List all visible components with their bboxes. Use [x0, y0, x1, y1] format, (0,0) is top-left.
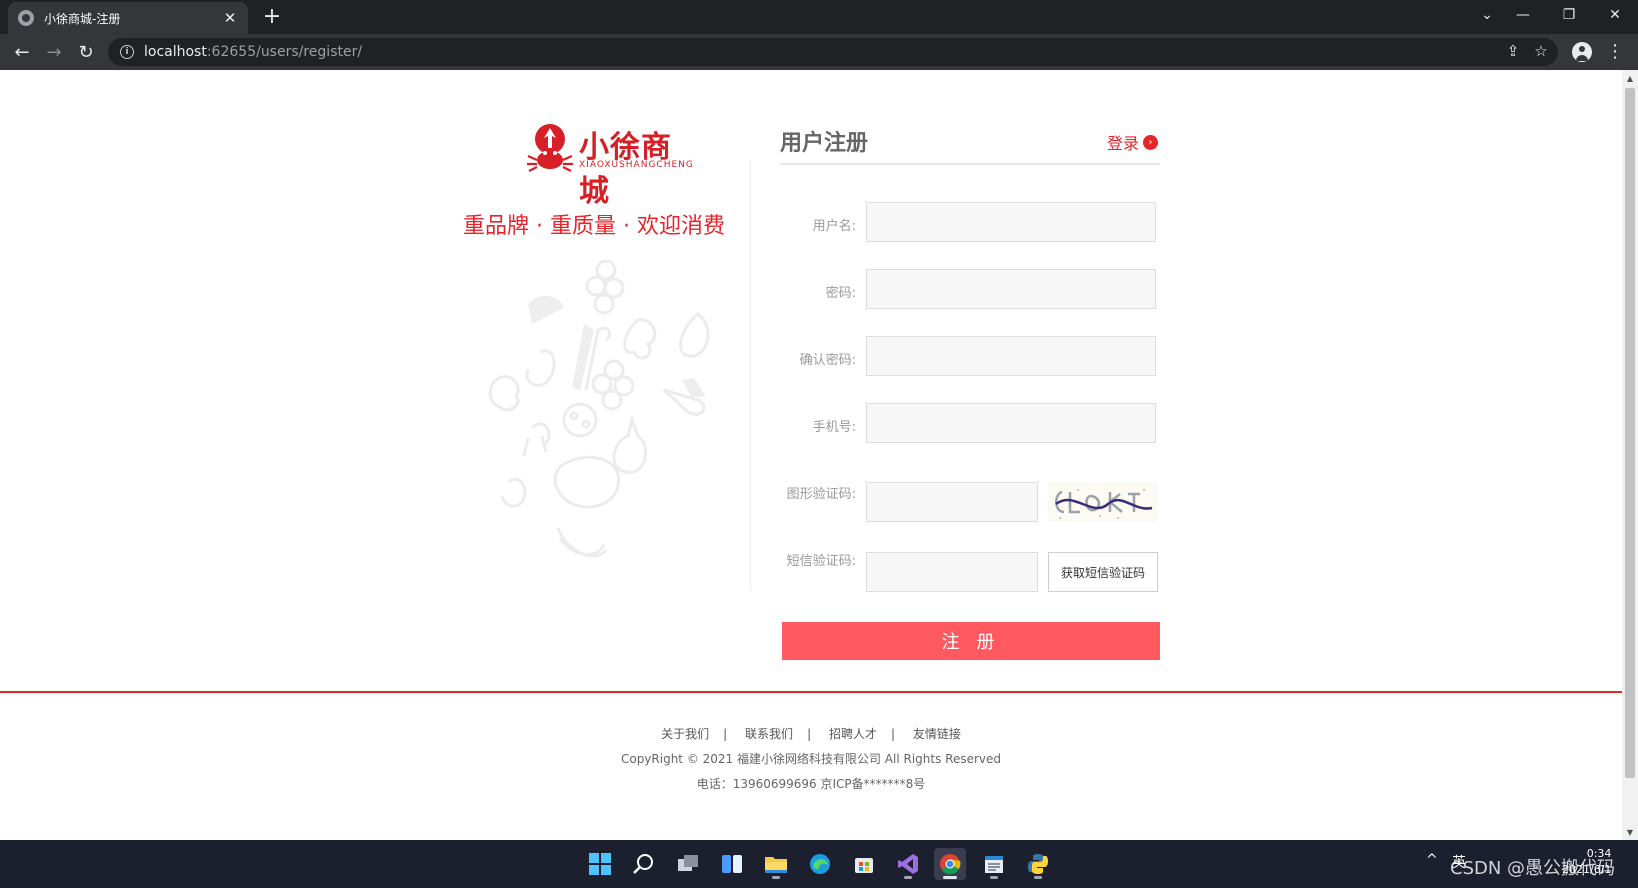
close-tab-icon[interactable]: ✕ — [222, 9, 238, 27]
footer-link-about[interactable]: 关于我们 — [661, 727, 709, 741]
login-link[interactable]: 登录 › — [1107, 130, 1159, 154]
active-indicator — [943, 876, 957, 879]
tray-overflow-icon[interactable]: ^ — [1426, 852, 1438, 868]
footer-link-careers[interactable]: 招聘人才 — [829, 727, 877, 741]
windows-start-icon[interactable] — [584, 848, 616, 880]
task-view-icon[interactable] — [672, 848, 704, 880]
visual-studio-icon[interactable] — [892, 848, 924, 880]
register-submit-button[interactable]: 注 册 — [782, 622, 1160, 660]
close-window-button[interactable]: ✕ — [1592, 0, 1638, 30]
minimize-button[interactable]: — — [1500, 0, 1546, 30]
bookmark-star-icon[interactable]: ☆ — [1530, 42, 1552, 60]
phone-input[interactable] — [866, 403, 1156, 443]
running-indicator — [772, 876, 780, 879]
username-label: 用户名: — [812, 219, 856, 234]
browser-tab-bar: 小徐商城-注册 ✕ + ⌄ — ❐ ✕ — [0, 0, 1638, 34]
new-tab-button[interactable]: + — [258, 4, 286, 29]
password-input[interactable] — [866, 269, 1156, 309]
chrome-icon[interactable] — [934, 848, 966, 880]
confirm-password-label: 确认密码: — [799, 353, 856, 368]
register-title: 用户注册 — [780, 131, 869, 156]
footer-links: 关于我们 | 联系我们 | 招聘人才 | 友情链接 — [0, 725, 1622, 742]
url-path: :62655/users/register/ — [206, 44, 363, 60]
globe-icon — [18, 10, 34, 26]
share-icon[interactable]: ⇪ — [1502, 42, 1524, 60]
footer-divider — [0, 691, 1622, 693]
search-icon[interactable] — [628, 848, 660, 880]
crab-logo-icon — [527, 124, 573, 172]
confirm-password-input[interactable] — [866, 336, 1156, 376]
tab-title: 小徐商城-注册 — [44, 11, 121, 26]
scroll-thumb[interactable] — [1625, 88, 1635, 778]
browser-tab[interactable]: 小徐商城-注册 ✕ — [8, 2, 248, 34]
clock-time: 0:34 — [1586, 847, 1612, 860]
restore-button[interactable]: ❐ — [1546, 0, 1592, 30]
username-input[interactable] — [866, 202, 1156, 242]
footer-copyright: CopyRight © 2021 福建小徐网络科技有限公司 All Rights… — [620, 752, 1002, 766]
clock-date: 2021/6/1 — [1562, 863, 1612, 876]
footer-link-friends[interactable]: 友情链接 — [913, 727, 961, 741]
vertical-divider — [750, 160, 751, 590]
system-clock[interactable]: 0:34 2021/6/1 — [1562, 846, 1611, 878]
running-indicator — [904, 876, 912, 879]
title-underline — [780, 163, 1160, 165]
reload-button[interactable]: ↻ — [72, 40, 100, 64]
back-button[interactable]: ← — [8, 40, 36, 64]
get-sms-code-button[interactable]: 获取短信验证码 — [1048, 552, 1158, 592]
browser-menu-icon[interactable]: ⋮ — [1604, 40, 1626, 64]
page-viewport: 小徐商城 XIAOXUSHANGCHENG 重品牌 · 重质量 · 欢迎消费 用… — [0, 70, 1622, 840]
phone-label: 手机号: — [812, 420, 856, 435]
brand-pinyin: XIAOXUSHANGCHENG — [579, 160, 694, 170]
url-host: localhost — [144, 44, 207, 60]
site-info-icon[interactable]: i — [120, 45, 134, 59]
captcha-noise-icon — [1055, 489, 1153, 519]
brand-slogan: 重品牌 · 重质量 · 欢迎消费 — [463, 214, 725, 239]
running-indicator — [1034, 876, 1042, 879]
sms-code-label: 短信验证码: — [786, 554, 856, 569]
forward-button[interactable]: → — [40, 40, 68, 64]
scroll-down-icon[interactable]: ▼ — [1622, 824, 1638, 840]
image-captcha-input[interactable] — [866, 482, 1038, 522]
address-bar[interactable]: i localhost :62655/users/register/ ⇪ ☆ — [108, 38, 1558, 66]
sms-code-input[interactable] — [866, 552, 1038, 592]
password-label: 密码: — [825, 286, 856, 301]
captcha-image[interactable] — [1048, 482, 1158, 522]
footer-separator: | — [807, 727, 812, 741]
footer-separator: | — [890, 727, 895, 741]
running-indicator — [990, 876, 998, 879]
browser-toolbar: ← → ↻ i localhost :62655/users/register/… — [0, 34, 1638, 70]
arrow-right-icon: › — [1143, 134, 1159, 150]
login-link-label: 登录 — [1107, 134, 1140, 153]
page-scrollbar[interactable]: ▲ ▼ — [1622, 70, 1638, 840]
footer-link-contact[interactable]: 联系我们 — [745, 727, 793, 741]
image-captcha-label: 图形验证码: — [786, 487, 856, 502]
brand-logo[interactable]: 小徐商城 XIAOXUSHANGCHENG — [525, 122, 695, 209]
food-doodle-decoration-icon — [488, 260, 710, 558]
footer-separator: | — [723, 727, 728, 741]
notepad-icon[interactable] — [978, 848, 1010, 880]
widgets-icon[interactable] — [716, 848, 748, 880]
edge-icon[interactable] — [804, 848, 836, 880]
footer-contact: 电话：13960699696 京ICP备*******8号 — [696, 777, 926, 791]
python-icon[interactable] — [1022, 848, 1054, 880]
file-explorer-icon[interactable] — [760, 848, 792, 880]
store-icon[interactable] — [848, 848, 880, 880]
profile-avatar-icon[interactable] — [1572, 42, 1592, 62]
windows-taskbar: ^ 英 CSDN @愚公搬代码 0:34 2021/6/1 — [0, 840, 1638, 888]
scroll-up-icon[interactable]: ▲ — [1622, 70, 1638, 86]
